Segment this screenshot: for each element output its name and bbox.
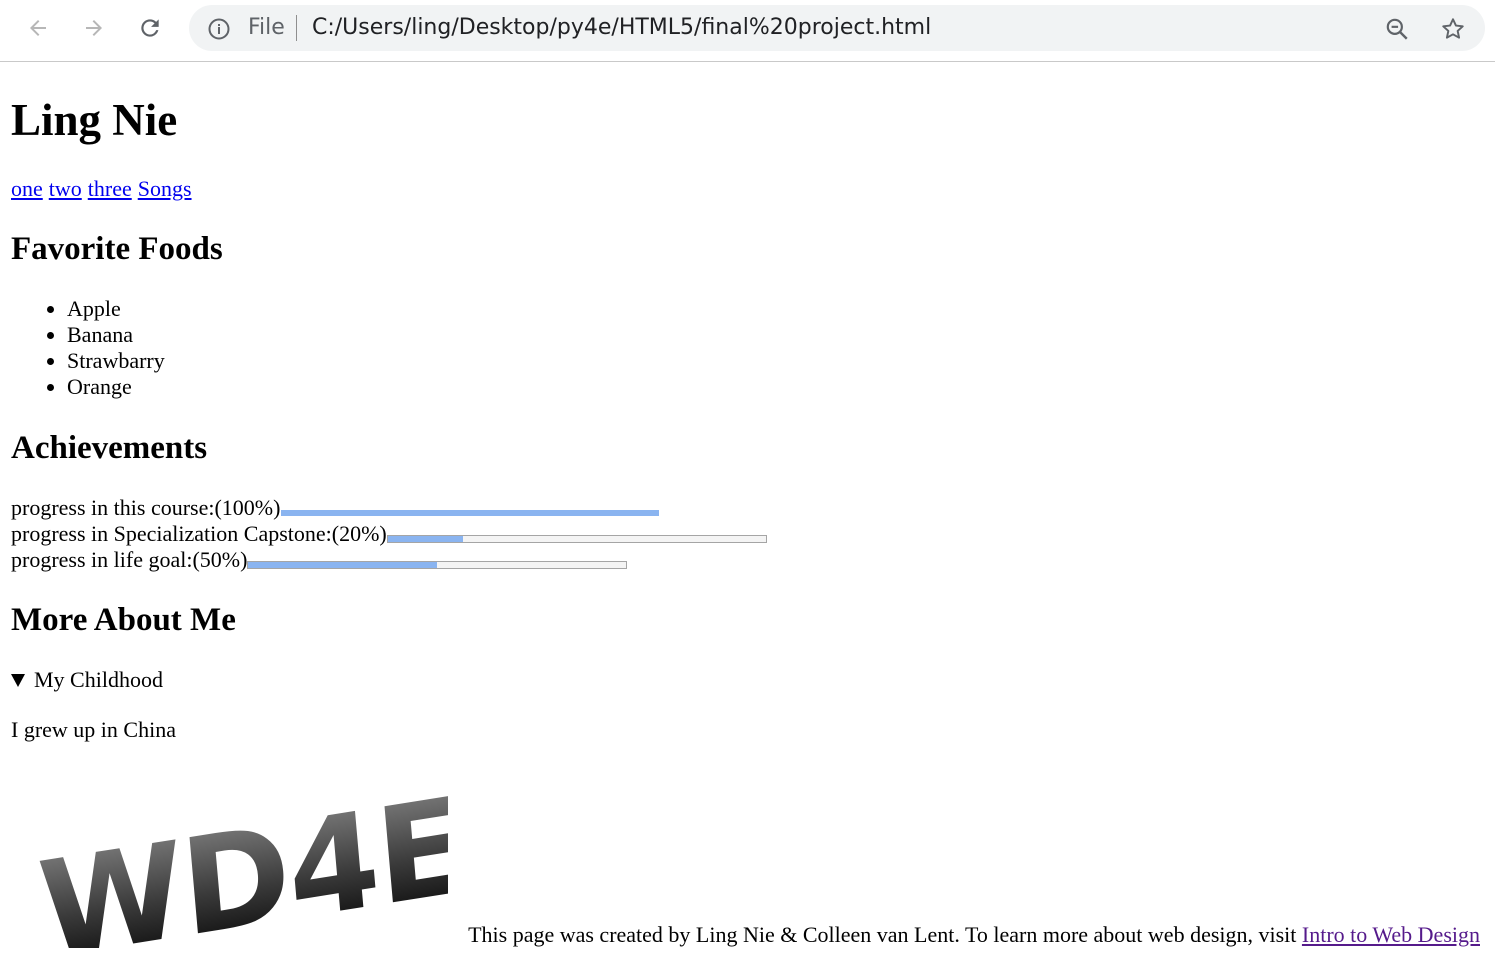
info-icon[interactable] — [207, 17, 231, 41]
progress-fill — [387, 536, 464, 542]
achievement-label: progress in this course:(100%) — [11, 495, 281, 520]
nav-link-songs[interactable]: Songs — [138, 176, 192, 201]
browser-toolbar: File C:/Users/ling/Desktop/py4e/HTML5/fi… — [0, 0, 1495, 62]
file-scheme-label: File — [248, 15, 285, 40]
details-summary[interactable]: My Childhood — [11, 667, 163, 693]
disclosure-triangle-icon — [11, 673, 25, 687]
address-bar[interactable]: File C:/Users/ling/Desktop/py4e/HTML5/fi… — [189, 5, 1485, 51]
details-text: I grew up in China — [11, 717, 176, 742]
nav-link-two[interactable]: two — [49, 176, 82, 201]
footer-link[interactable]: Intro to Web Design — [1302, 922, 1480, 947]
foods-list: Apple Banana Strawbarry Orange — [11, 296, 165, 400]
reload-button[interactable] — [132, 10, 168, 46]
achievement-row: progress in Specialization Capstone:(20%… — [11, 521, 767, 547]
progress-bar — [280, 509, 660, 517]
foods-heading: Favorite Foods — [11, 231, 223, 267]
progress-bar — [386, 535, 767, 543]
progress-bar — [247, 561, 628, 569]
arrow-right-icon — [86, 20, 102, 36]
achievement-row: progress in life goal:(50%) — [11, 547, 767, 573]
achievements-heading: Achievements — [11, 430, 208, 466]
page-title: Ling Nie — [11, 95, 178, 145]
list-item: Banana — [67, 322, 165, 348]
forward-button[interactable] — [76, 10, 112, 46]
reload-icon — [141, 19, 159, 37]
list-item: Apple — [67, 296, 165, 322]
footer-text: This page was created by Ling Nie & Coll… — [468, 922, 1302, 947]
nav-link-one[interactable]: one — [11, 176, 43, 201]
nav-links: one two three Songs — [11, 176, 198, 202]
back-button[interactable] — [20, 10, 56, 46]
list-item: Orange — [67, 374, 165, 400]
page-footer: This page was created by Ling Nie & Coll… — [0, 922, 1480, 948]
arrow-left-icon — [30, 20, 46, 36]
list-item: Strawbarry — [67, 348, 165, 374]
achievement-label: progress in Specialization Capstone:(20%… — [11, 521, 387, 546]
star-icon[interactable] — [1440, 16, 1466, 42]
progress-fill — [248, 562, 438, 568]
more-about-heading: More About Me — [11, 602, 236, 638]
details-summary-label: My Childhood — [34, 667, 163, 692]
nav-link-three[interactable]: three — [88, 176, 132, 201]
address-divider — [296, 15, 297, 41]
achievement-label: progress in life goal:(50%) — [11, 547, 248, 572]
url-text[interactable]: C:/Users/ling/Desktop/py4e/HTML5/final%2… — [312, 16, 931, 40]
achievement-row: progress in this course:(100%) — [11, 495, 767, 521]
achievements-list: progress in this course:(100%) progress … — [11, 495, 767, 573]
wd4e-logo: WD4E — [33, 769, 448, 948]
zoom-icon[interactable] — [1384, 16, 1410, 42]
progress-fill — [281, 510, 660, 516]
